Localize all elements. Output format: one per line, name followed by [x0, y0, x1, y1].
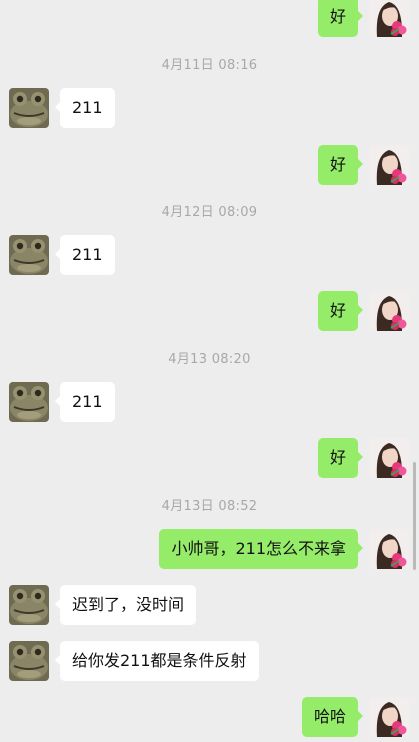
- girl-with-flowers-avatar-icon[interactable]: [369, 438, 409, 478]
- girl-with-flowers-avatar-icon[interactable]: [369, 0, 409, 37]
- message-timestamp: 4月13 08:20: [168, 352, 251, 367]
- girl-with-flowers-avatar-icon[interactable]: [369, 697, 409, 737]
- outgoing-message-bubble[interactable]: 好: [317, 291, 364, 331]
- message-timestamp: 4月12日 08:09: [161, 205, 258, 220]
- incoming-message-bubble[interactable]: 211: [55, 88, 115, 128]
- message-timestamp: 4月11日 08:16: [161, 58, 258, 73]
- chat-message-list[interactable]: 好 4月11日 08:16 211 好 4月12日 08:09 211 好 4月…: [0, 0, 419, 742]
- outgoing-message-bubble[interactable]: 好: [317, 0, 364, 37]
- incoming-message-bubble[interactable]: 给你发211都是条件反射: [55, 641, 259, 681]
- girl-with-flowers-avatar-icon[interactable]: [369, 529, 409, 569]
- girl-with-flowers-avatar-icon[interactable]: [369, 291, 409, 331]
- frog-avatar-icon[interactable]: [9, 585, 49, 625]
- message-timestamp: 4月13日 08:52: [161, 499, 258, 514]
- incoming-message-bubble[interactable]: 211: [55, 382, 115, 422]
- outgoing-message-bubble[interactable]: 哈哈: [301, 697, 364, 737]
- frog-avatar-icon[interactable]: [9, 641, 49, 681]
- outgoing-message-bubble[interactable]: 小帅哥，211怎么不来拿: [159, 529, 363, 569]
- incoming-message-bubble[interactable]: 迟到了，没时间: [54, 585, 197, 625]
- frog-avatar-icon[interactable]: [9, 382, 49, 422]
- frog-avatar-icon[interactable]: [9, 88, 49, 128]
- scrollbar[interactable]: [413, 462, 416, 570]
- incoming-message-bubble[interactable]: 211: [55, 235, 115, 275]
- outgoing-message-bubble[interactable]: 好: [317, 438, 364, 478]
- frog-avatar-icon[interactable]: [9, 235, 49, 275]
- girl-with-flowers-avatar-icon[interactable]: [369, 145, 409, 185]
- outgoing-message-bubble[interactable]: 好: [317, 145, 364, 185]
